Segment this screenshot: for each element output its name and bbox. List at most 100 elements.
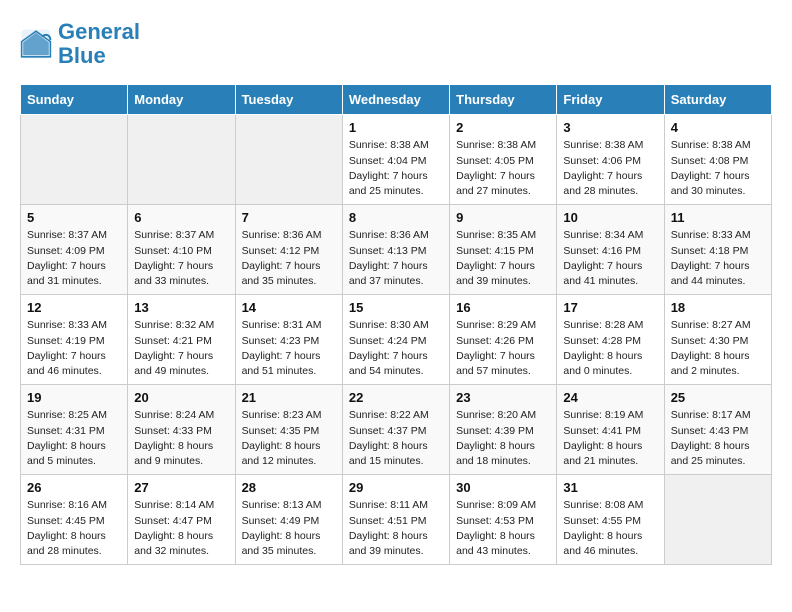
day-number: 5 <box>27 210 121 225</box>
calendar-cell: 17 Sunrise: 8:28 AM Sunset: 4:28 PM Dayli… <box>557 295 664 385</box>
calendar-cell: 8Sunrise: 8:36 AM Sunset: 4:13 PM Daylig… <box>342 205 449 295</box>
weekday-header-sunday: Sunday <box>21 85 128 115</box>
calendar-cell: 25 Sunrise: 8:17 AM Sunset: 4:43 PM Dayli… <box>664 385 771 475</box>
calendar-cell: 7 Sunrise: 8:36 AM Sunset: 4:12 PM Daylig… <box>235 205 342 295</box>
day-info: Sunrise: 8:20 AM Sunset: 4:39 PM Dayligh… <box>456 408 550 469</box>
day-number: 21 <box>242 390 336 405</box>
calendar-cell: 30 Sunrise: 8:09 AM Sunset: 4:53 PM Dayli… <box>450 475 557 565</box>
day-info: Sunrise: 8:17 AM Sunset: 4:43 PM Dayligh… <box>671 408 765 469</box>
day-number: 18 <box>671 300 765 315</box>
day-number: 13 <box>134 300 228 315</box>
calendar-cell: 27 Sunrise: 8:14 AM Sunset: 4:47 PM Dayli… <box>128 475 235 565</box>
calendar-header: SundayMondayTuesdayWednesdayThursdayFrid… <box>21 85 772 115</box>
day-number: 14 <box>242 300 336 315</box>
day-info: Sunrise: 8:36 AM Sunset: 4:12 PM Dayligh… <box>242 228 336 289</box>
day-info: Sunrise: 8:16 AM Sunset: 4:45 PM Dayligh… <box>27 498 121 559</box>
day-number: 19 <box>27 390 121 405</box>
day-number: 11 <box>671 210 765 225</box>
day-info: Sunrise: 8:38 AM Sunset: 4:08 PM Dayligh… <box>671 138 765 199</box>
calendar-cell <box>128 115 235 205</box>
day-info: Sunrise: 8:38 AM Sunset: 4:04 PM Dayligh… <box>349 138 443 199</box>
calendar-cell: 5 Sunrise: 8:37 AM Sunset: 4:09 PM Daylig… <box>21 205 128 295</box>
day-number: 26 <box>27 480 121 495</box>
day-number: 20 <box>134 390 228 405</box>
calendar-cell: 4 Sunrise: 8:38 AM Sunset: 4:08 PM Daylig… <box>664 115 771 205</box>
calendar-cell: 15 Sunrise: 8:30 AM Sunset: 4:24 PM Dayli… <box>342 295 449 385</box>
day-number: 4 <box>671 120 765 135</box>
day-info: Sunrise: 8:28 AM Sunset: 4:28 PM Dayligh… <box>563 318 657 379</box>
day-info: Sunrise: 8:27 AM Sunset: 4:30 PM Dayligh… <box>671 318 765 379</box>
calendar-cell: 12Sunrise: 8:33 AM Sunset: 4:19 PM Dayli… <box>21 295 128 385</box>
day-info: Sunrise: 8:14 AM Sunset: 4:47 PM Dayligh… <box>134 498 228 559</box>
day-number: 7 <box>242 210 336 225</box>
calendar-cell <box>235 115 342 205</box>
page-header: General Blue <box>20 20 772 68</box>
day-info: Sunrise: 8:38 AM Sunset: 4:05 PM Dayligh… <box>456 138 550 199</box>
day-number: 30 <box>456 480 550 495</box>
day-number: 2 <box>456 120 550 135</box>
day-info: Sunrise: 8:23 AM Sunset: 4:35 PM Dayligh… <box>242 408 336 469</box>
day-info: Sunrise: 8:37 AM Sunset: 4:09 PM Dayligh… <box>27 228 121 289</box>
day-info: Sunrise: 8:08 AM Sunset: 4:55 PM Dayligh… <box>563 498 657 559</box>
day-info: Sunrise: 8:35 AM Sunset: 4:15 PM Dayligh… <box>456 228 550 289</box>
day-number: 9 <box>456 210 550 225</box>
calendar-table: SundayMondayTuesdayWednesdayThursdayFrid… <box>20 84 772 565</box>
day-number: 27 <box>134 480 228 495</box>
day-info: Sunrise: 8:13 AM Sunset: 4:49 PM Dayligh… <box>242 498 336 559</box>
day-info: Sunrise: 8:31 AM Sunset: 4:23 PM Dayligh… <box>242 318 336 379</box>
calendar-cell: 2 Sunrise: 8:38 AM Sunset: 4:05 PM Daylig… <box>450 115 557 205</box>
calendar-cell: 26 Sunrise: 8:16 AM Sunset: 4:45 PM Dayli… <box>21 475 128 565</box>
day-info: Sunrise: 8:37 AM Sunset: 4:10 PM Dayligh… <box>134 228 228 289</box>
day-info: Sunrise: 8:25 AM Sunset: 4:31 PM Dayligh… <box>27 408 121 469</box>
calendar-cell: 11 Sunrise: 8:33 AM Sunset: 4:18 PM Dayli… <box>664 205 771 295</box>
day-info: Sunrise: 8:33 AM Sunset: 4:19 PM Dayligh… <box>27 318 121 379</box>
calendar-cell: 14 Sunrise: 8:31 AM Sunset: 4:23 PM Dayli… <box>235 295 342 385</box>
day-number: 22 <box>349 390 443 405</box>
calendar-cell: 19 Sunrise: 8:25 AM Sunset: 4:31 PM Dayli… <box>21 385 128 475</box>
day-info: Sunrise: 8:36 AM Sunset: 4:13 PM Dayligh… <box>349 228 443 289</box>
day-number: 31 <box>563 480 657 495</box>
week-row-4: 19 Sunrise: 8:25 AM Sunset: 4:31 PM Dayli… <box>21 385 772 475</box>
week-row-3: 12Sunrise: 8:33 AM Sunset: 4:19 PM Dayli… <box>21 295 772 385</box>
day-number: 1 <box>349 120 443 135</box>
week-row-2: 5 Sunrise: 8:37 AM Sunset: 4:09 PM Daylig… <box>21 205 772 295</box>
calendar-body: 1 Sunrise: 8:38 AM Sunset: 4:04 PM Daylig… <box>21 115 772 565</box>
day-info: Sunrise: 8:19 AM Sunset: 4:41 PM Dayligh… <box>563 408 657 469</box>
day-number: 28 <box>242 480 336 495</box>
day-info: Sunrise: 8:22 AM Sunset: 4:37 PM Dayligh… <box>349 408 443 469</box>
day-number: 29 <box>349 480 443 495</box>
day-info: Sunrise: 8:09 AM Sunset: 4:53 PM Dayligh… <box>456 498 550 559</box>
day-info: Sunrise: 8:34 AM Sunset: 4:16 PM Dayligh… <box>563 228 657 289</box>
day-number: 16 <box>456 300 550 315</box>
calendar-cell: 29 Sunrise: 8:11 AM Sunset: 4:51 PM Dayli… <box>342 475 449 565</box>
day-number: 17 <box>563 300 657 315</box>
day-info: Sunrise: 8:38 AM Sunset: 4:06 PM Dayligh… <box>563 138 657 199</box>
calendar-cell: 9 Sunrise: 8:35 AM Sunset: 4:15 PM Daylig… <box>450 205 557 295</box>
day-number: 15 <box>349 300 443 315</box>
calendar-cell: 22 Sunrise: 8:22 AM Sunset: 4:37 PM Dayli… <box>342 385 449 475</box>
calendar-cell: 18 Sunrise: 8:27 AM Sunset: 4:30 PM Dayli… <box>664 295 771 385</box>
day-number: 25 <box>671 390 765 405</box>
calendar-cell: 20Sunrise: 8:24 AM Sunset: 4:33 PM Dayli… <box>128 385 235 475</box>
day-info: Sunrise: 8:11 AM Sunset: 4:51 PM Dayligh… <box>349 498 443 559</box>
weekday-header-wednesday: Wednesday <box>342 85 449 115</box>
calendar-cell: 24 Sunrise: 8:19 AM Sunset: 4:41 PM Dayli… <box>557 385 664 475</box>
day-number: 6 <box>134 210 228 225</box>
weekday-header-monday: Monday <box>128 85 235 115</box>
calendar-cell: 31 Sunrise: 8:08 AM Sunset: 4:55 PM Dayli… <box>557 475 664 565</box>
weekday-row: SundayMondayTuesdayWednesdayThursdayFrid… <box>21 85 772 115</box>
weekday-header-friday: Friday <box>557 85 664 115</box>
day-info: Sunrise: 8:33 AM Sunset: 4:18 PM Dayligh… <box>671 228 765 289</box>
day-info: Sunrise: 8:30 AM Sunset: 4:24 PM Dayligh… <box>349 318 443 379</box>
weekday-header-tuesday: Tuesday <box>235 85 342 115</box>
calendar-cell: 16Sunrise: 8:29 AM Sunset: 4:26 PM Dayli… <box>450 295 557 385</box>
calendar-cell <box>664 475 771 565</box>
calendar-cell: 10 Sunrise: 8:34 AM Sunset: 4:16 PM Dayli… <box>557 205 664 295</box>
day-number: 10 <box>563 210 657 225</box>
day-info: Sunrise: 8:32 AM Sunset: 4:21 PM Dayligh… <box>134 318 228 379</box>
calendar-cell: 3Sunrise: 8:38 AM Sunset: 4:06 PM Daylig… <box>557 115 664 205</box>
weekday-header-saturday: Saturday <box>664 85 771 115</box>
day-number: 24 <box>563 390 657 405</box>
calendar-cell: 21 Sunrise: 8:23 AM Sunset: 4:35 PM Dayli… <box>235 385 342 475</box>
week-row-5: 26 Sunrise: 8:16 AM Sunset: 4:45 PM Dayli… <box>21 475 772 565</box>
